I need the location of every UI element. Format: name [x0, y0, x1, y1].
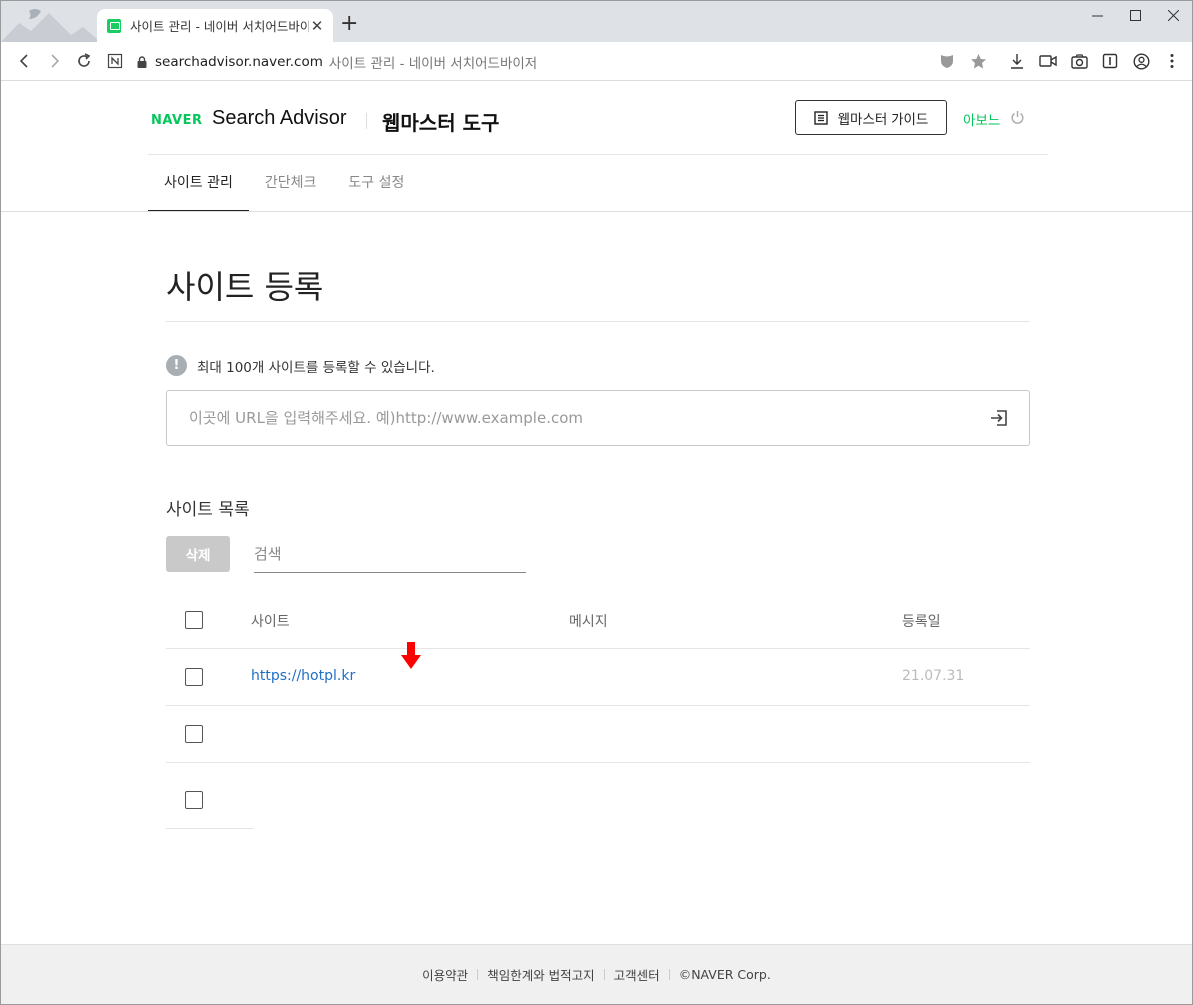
footer-divider — [477, 969, 479, 980]
site-search-container — [254, 536, 526, 573]
new-tab-plus-icon[interactable]: + — [340, 13, 358, 35]
nav-divider — [1, 211, 1192, 212]
browser-tab-active[interactable]: 사이트 관리 - 네이버 서치어드바이저 ✕ — [97, 9, 333, 42]
registered-date: 21.07.31 — [902, 668, 965, 684]
minimize-icon[interactable] — [1078, 1, 1116, 29]
delete-button[interactable]: 삭제 — [166, 536, 230, 572]
header-divider — [366, 113, 367, 129]
extension-n-icon[interactable] — [105, 51, 125, 71]
site-link[interactable]: https://hotpl.kr — [251, 668, 355, 684]
table-row: https://hotpl.kr 21.07.31 — [166, 642, 1030, 706]
back-icon[interactable] — [15, 51, 35, 71]
site-url-input[interactable] — [167, 391, 969, 445]
browser-toolbar: searchadvisor.naver.com 사이트 관리 - 네이버 서치어… — [1, 42, 1192, 81]
kebab-menu-icon[interactable] — [1162, 51, 1182, 71]
naver-favicon-icon — [107, 18, 121, 33]
browser-tab-strip: 사이트 관리 - 네이버 서치어드바이저 ✕ + — [1, 1, 1192, 42]
main-nav-tabs: 사이트 관리 간단체크 도구 설정 — [148, 155, 420, 212]
site-search-input[interactable] — [254, 536, 526, 572]
address-bar[interactable]: searchadvisor.naver.com 사이트 관리 - 네이버 서치어… — [137, 50, 997, 74]
star-bookmark-icon[interactable] — [968, 51, 988, 71]
table-row — [166, 763, 254, 829]
table-header-row: 사이트 메시지 등록일 — [166, 592, 1030, 649]
shield-icon[interactable] — [937, 51, 957, 71]
footer-link-legal[interactable]: 책임한계와 법적고지 — [487, 965, 594, 984]
forward-icon[interactable] — [44, 51, 64, 71]
naver-logo[interactable]: NAVER — [151, 113, 203, 128]
red-down-arrow-annotation — [401, 642, 421, 669]
column-header-site: 사이트 — [251, 614, 290, 630]
webmaster-guide-label: 웹마스터 가이드 — [837, 111, 929, 127]
lock-icon — [137, 56, 147, 68]
book-list-icon — [813, 110, 828, 125]
reader-mode-icon[interactable] — [1100, 51, 1120, 71]
exclamation-info-icon: ! — [166, 355, 187, 376]
footer-divider — [668, 969, 670, 980]
table-row — [166, 706, 1030, 763]
browser-theme-decoration — [1, 9, 97, 42]
row-checkbox[interactable] — [185, 668, 203, 686]
site-table: 사이트 메시지 등록일 https://hotpl.kr 21.07.31 — [166, 592, 1030, 829]
reload-icon[interactable] — [74, 51, 94, 71]
product-title[interactable]: Search Advisor — [212, 107, 347, 130]
maximize-icon[interactable] — [1116, 1, 1154, 29]
row-checkbox[interactable] — [185, 791, 203, 809]
section-title[interactable]: 웹마스터 도구 — [382, 107, 499, 136]
webmaster-guide-button[interactable]: 웹마스터 가이드 — [795, 100, 947, 135]
profile-avatar-icon[interactable] — [1131, 51, 1151, 71]
url-input-container — [166, 390, 1030, 446]
tab-site-management[interactable]: 사이트 관리 — [148, 155, 249, 212]
site-header: NAVER Search Advisor 웹마스터 도구 웹마스터 가이드 아보… — [148, 82, 1048, 155]
footer: 이용약관 책임한계와 법적고지 고객센터 ©NAVER Corp. — [1, 944, 1192, 1004]
tab-tool-settings[interactable]: 도구 설정 — [332, 155, 420, 212]
column-header-message: 메시지 — [569, 614, 608, 630]
site-list-title: 사이트 목록 — [166, 500, 250, 520]
tab-title: 사이트 관리 - 네이버 서치어드바이저 — [130, 19, 309, 34]
close-window-icon[interactable] — [1154, 1, 1192, 29]
row-checkbox[interactable] — [185, 725, 203, 743]
toolbar-actions — [937, 51, 1182, 71]
column-header-date: 등록일 — [902, 614, 941, 630]
footer-copyright: ©NAVER Corp. — [678, 967, 771, 982]
tab-close-icon[interactable]: ✕ — [309, 17, 325, 35]
footer-link-terms[interactable]: 이용약관 — [422, 965, 468, 984]
download-icon[interactable] — [1007, 51, 1027, 71]
notice-text: 최대 100개 사이트를 등록할 수 있습니다. — [197, 359, 435, 376]
page: NAVER Search Advisor 웹마스터 도구 웹마스터 가이드 아보… — [1, 82, 1192, 1004]
register-submit-icon[interactable] — [969, 391, 1029, 445]
window-controls — [1078, 1, 1192, 31]
video-camera-icon[interactable] — [1038, 51, 1058, 71]
footer-divider — [603, 969, 605, 980]
tab-quick-check[interactable]: 간단체크 — [249, 155, 333, 212]
title-divider — [166, 321, 1030, 322]
select-all-checkbox[interactable] — [185, 611, 203, 629]
footer-link-support[interactable]: 고객센터 — [614, 965, 660, 984]
power-logout-icon[interactable] — [1010, 110, 1025, 129]
url-page-title: 사이트 관리 - 네이버 서치어드바이저 — [328, 56, 538, 72]
url-host: searchadvisor.naver.com — [155, 54, 323, 70]
camera-icon[interactable] — [1069, 51, 1089, 71]
registration-notice: ! 최대 100개 사이트를 등록할 수 있습니다. — [166, 355, 435, 376]
user-name[interactable]: 아보느 — [963, 109, 1000, 129]
site-cell: https://hotpl.kr — [251, 642, 421, 684]
page-title: 사이트 등록 — [166, 268, 324, 306]
